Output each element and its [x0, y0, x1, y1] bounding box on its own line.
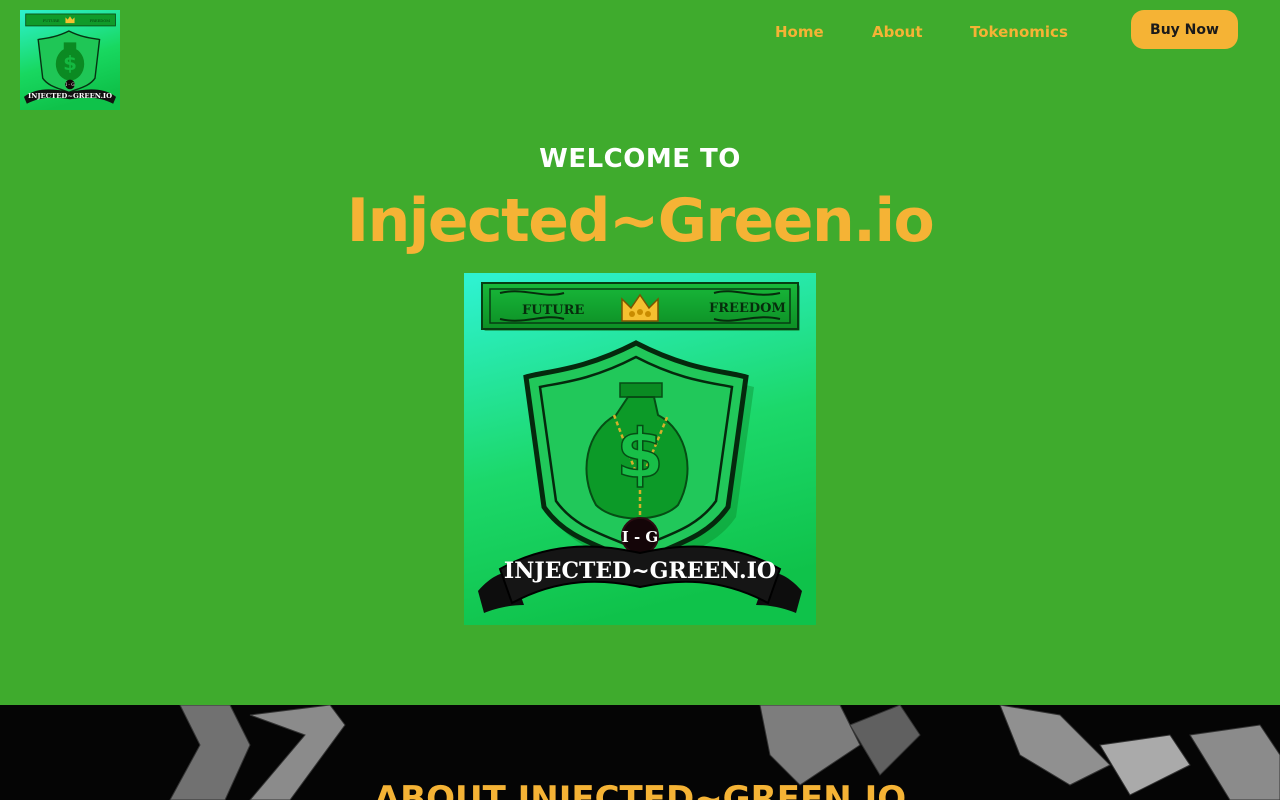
nav-tokenomics-link[interactable]: Tokenomics: [970, 23, 1068, 41]
header-logo-ribbon-text: INJECTED~GREEN.IO: [28, 92, 112, 100]
hero-logo-emblem: I - G: [622, 528, 659, 546]
brand-title: Injected~Green.io: [346, 186, 935, 256]
welcome-heading: WELCOME TO: [539, 144, 741, 174]
nav-home-link[interactable]: Home: [775, 23, 824, 41]
buy-now-button[interactable]: Buy Now: [1131, 10, 1238, 49]
about-section: ABOUT INJECTED~GREEN.IO: [0, 705, 1280, 800]
hero-logo-image: FUTURE FREEDOM $ I - G INJECTED~GREEN.IO: [464, 273, 816, 625]
hero-logo-ribbon-text: INJECTED~GREEN.IO: [504, 558, 776, 584]
nav-about-link[interactable]: About: [872, 23, 923, 41]
main-nav: Home About Tokenomics: [0, 23, 1280, 43]
dollar-icon: $: [63, 52, 77, 75]
hero-logo-banner-left: FUTURE: [522, 303, 584, 318]
hero-logo-banner-right: FREEDOM: [709, 301, 786, 316]
page: FUTURE FREEDOM $ I - G INJECTED~GREEN.IO…: [0, 0, 1280, 800]
about-heading: ABOUT INJECTED~GREEN.IO: [373, 779, 907, 800]
header-logo-emblem: I - G: [65, 83, 75, 88]
dollar-icon: $: [616, 415, 663, 494]
